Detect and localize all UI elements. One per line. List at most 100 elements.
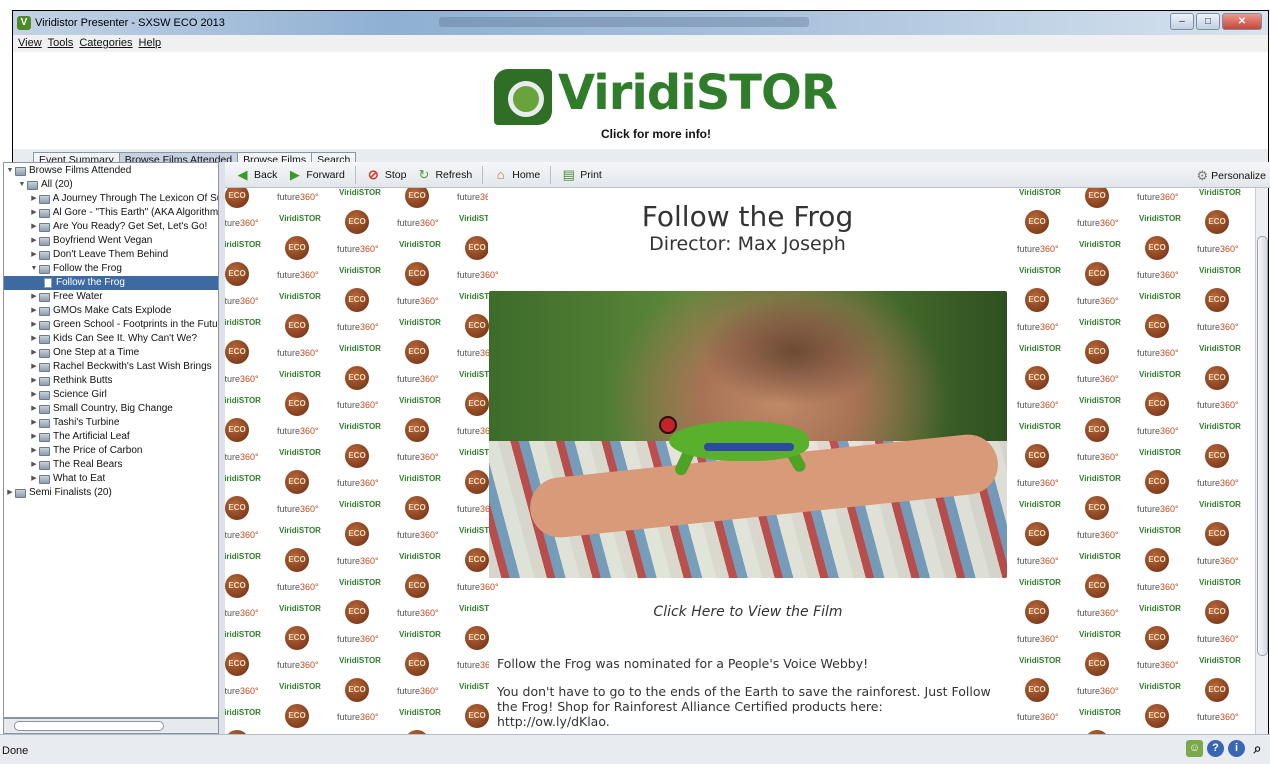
collapsed-arrow-icon[interactable]: ▶: [30, 416, 38, 430]
collapsed-arrow-icon[interactable]: ▶: [30, 430, 38, 444]
tree-item[interactable]: ▶ A Journey Through The Lexicon Of Su: [4, 192, 218, 206]
film-still-image[interactable]: [489, 291, 1007, 578]
maximize-button[interactable]: □: [1196, 13, 1220, 30]
eco-logo: ECO: [1205, 678, 1229, 702]
expanded-arrow-icon[interactable]: ▼: [30, 262, 38, 276]
collapsed-arrow-icon[interactable]: ▶: [30, 206, 38, 220]
collapsed-arrow-icon[interactable]: ▶: [30, 248, 38, 262]
collapsed-arrow-icon[interactable]: ▶: [30, 318, 38, 332]
collapsed-arrow-icon[interactable]: ▶: [30, 402, 38, 416]
tree-item[interactable]: ▶ Rethink Butts: [4, 374, 218, 388]
collapsed-arrow-icon[interactable]: ▶: [30, 290, 38, 304]
folder-icon: [15, 488, 26, 498]
menu-categories[interactable]: Categories: [79, 35, 132, 52]
scrollbar-thumb[interactable]: [14, 721, 164, 731]
tree-item[interactable]: ▶ Science Girl: [4, 388, 218, 402]
tree-item[interactable]: ▶ Don't Leave Them Behind: [4, 248, 218, 262]
collapsed-arrow-icon[interactable]: ▶: [30, 332, 38, 346]
collapsed-arrow-icon[interactable]: ▶: [30, 304, 38, 318]
future360-logo: future360°: [397, 608, 439, 618]
forward-button[interactable]: ▶ Forward: [287, 166, 345, 182]
tree-item[interactable]: ▶ The Artificial Leaf: [4, 430, 218, 444]
menu-help[interactable]: Help: [139, 35, 162, 52]
tree-item[interactable]: ▼ Follow the Frog: [4, 262, 218, 276]
tree-item[interactable]: ▶ Rachel Beckwith's Last Wish Brings: [4, 360, 218, 374]
home-button[interactable]: ⌂ Home: [493, 167, 540, 182]
folder-icon: [39, 250, 50, 260]
frog-eye: [659, 416, 677, 434]
viridistor-small-logo: ViridiSTOR: [1019, 578, 1061, 587]
tree-item[interactable]: ▶ Boyfriend Went Vegan: [4, 234, 218, 248]
forward-arrow-icon: ▶: [289, 166, 300, 182]
refresh-button[interactable]: ↻ Refresh: [416, 167, 473, 182]
minimize-button[interactable]: –: [1170, 13, 1194, 30]
scrollbar-thumb[interactable]: [1257, 236, 1268, 656]
collapsed-arrow-icon[interactable]: ▶: [30, 388, 38, 402]
tree-item-selected-film[interactable]: Follow the Frog: [4, 276, 218, 290]
collapsed-arrow-icon[interactable]: ▶: [6, 486, 14, 500]
collapsed-arrow-icon[interactable]: ▶: [30, 458, 38, 472]
collapsed-arrow-icon[interactable]: ▶: [30, 444, 38, 458]
tree-item[interactable]: ▶ Small Country, Big Change: [4, 402, 218, 416]
collapsed-arrow-icon[interactable]: ▶: [30, 472, 38, 486]
folder-icon: [39, 460, 50, 470]
tree-item[interactable]: ▶ Free Water: [4, 290, 218, 304]
binoculars-icon[interactable]: ⌕: [1249, 740, 1266, 757]
back-button[interactable]: ◀ Back: [235, 167, 278, 182]
folder-icon: [38, 208, 50, 218]
help-icon[interactable]: ?: [1207, 740, 1224, 757]
content-vertical-scrollbar[interactable]: [1255, 188, 1268, 734]
tree-item[interactable]: ▶ The Real Bears: [4, 458, 218, 472]
viridistor-small-logo: ViridiSTOR: [1139, 370, 1181, 379]
tree-item[interactable]: ▶ GMOs Make Cats Explode: [4, 304, 218, 318]
view-film-link[interactable]: Click Here to View the Film: [489, 591, 1007, 633]
logo-subtitle[interactable]: Click for more info!: [601, 127, 711, 141]
eco-logo: ECO: [405, 496, 429, 520]
collapsed-arrow-icon[interactable]: ▶: [30, 192, 38, 206]
collapsed-arrow-icon[interactable]: ▶: [30, 374, 38, 388]
future360-logo: future360°: [277, 582, 319, 592]
tree-root[interactable]: ▼ Browse Films Attended: [4, 164, 218, 178]
collapsed-arrow-icon[interactable]: ▶: [30, 360, 38, 374]
viridistor-small-logo: ViridiSTOR: [339, 266, 381, 275]
eco-logo: ECO: [465, 236, 489, 260]
eco-logo: ECO: [465, 314, 489, 338]
viridistor-small-logo: ViridiSTOR: [225, 318, 261, 327]
tree-all[interactable]: ▼ All (20): [4, 178, 218, 192]
tree-item[interactable]: ▶ What to Eat: [4, 472, 218, 486]
menu-tools[interactable]: Tools: [48, 35, 74, 52]
menu-view[interactable]: View: [18, 35, 42, 52]
description-paragraph-2: You don't have to go to the ends of the …: [497, 684, 991, 729]
tree-item[interactable]: ▶ Kids Can See It. Why Can't We?: [4, 332, 218, 346]
eco-logo: ECO: [1025, 522, 1049, 546]
folder-icon: [39, 334, 50, 344]
future360-logo: future360°: [1197, 244, 1239, 254]
future360-logo: future360°: [1017, 712, 1059, 722]
tree-horizontal-scrollbar[interactable]: [3, 718, 219, 734]
future360-logo: future360°: [225, 530, 259, 540]
tree-item[interactable]: ▶ Are You Ready? Get Set, Let's Go!: [4, 220, 218, 234]
expanded-arrow-icon[interactable]: ▼: [6, 164, 14, 178]
info-icon[interactable]: i: [1228, 740, 1245, 757]
tree-item[interactable]: ▶ Al Gore - "This Earth" (AKA Algorithm:: [4, 206, 218, 220]
stop-button[interactable]: ⊘ Stop: [366, 167, 407, 182]
tree-item[interactable]: ▶ The Price of Carbon: [4, 444, 218, 458]
tree-semi-finalists[interactable]: ▶ Semi Finalists (20): [4, 486, 218, 500]
user-icon[interactable]: ☺: [1186, 740, 1203, 757]
eco-logo: ECO: [405, 574, 429, 598]
close-button[interactable]: ✕: [1222, 13, 1262, 30]
collapsed-arrow-icon[interactable]: ▶: [30, 346, 38, 360]
tree-item[interactable]: ▶ One Step at a Time: [4, 346, 218, 360]
expanded-arrow-icon[interactable]: ▼: [18, 178, 26, 192]
collapsed-arrow-icon[interactable]: ▶: [30, 234, 38, 248]
tree-item[interactable]: ▶ Tashi's Turbine: [4, 416, 218, 430]
print-button[interactable]: ▤ Print: [561, 167, 602, 182]
viridistor-small-logo: ViridiSTOR: [1079, 552, 1121, 561]
tree-item[interactable]: ▶ Green School - Footprints in the Futu: [4, 318, 218, 332]
viridistor-small-logo: ViridiSTOR: [225, 708, 261, 717]
viridistor-small-logo: ViridiSTOR: [279, 526, 321, 535]
viridistor-logo[interactable]: ViridiSTOR Click for more info!: [494, 65, 838, 145]
viridistor-small-logo: ViridiSTOR: [1079, 708, 1121, 717]
personalize-button[interactable]: ⚙ Personalize: [1196, 168, 1266, 184]
collapsed-arrow-icon[interactable]: ▶: [30, 220, 38, 234]
